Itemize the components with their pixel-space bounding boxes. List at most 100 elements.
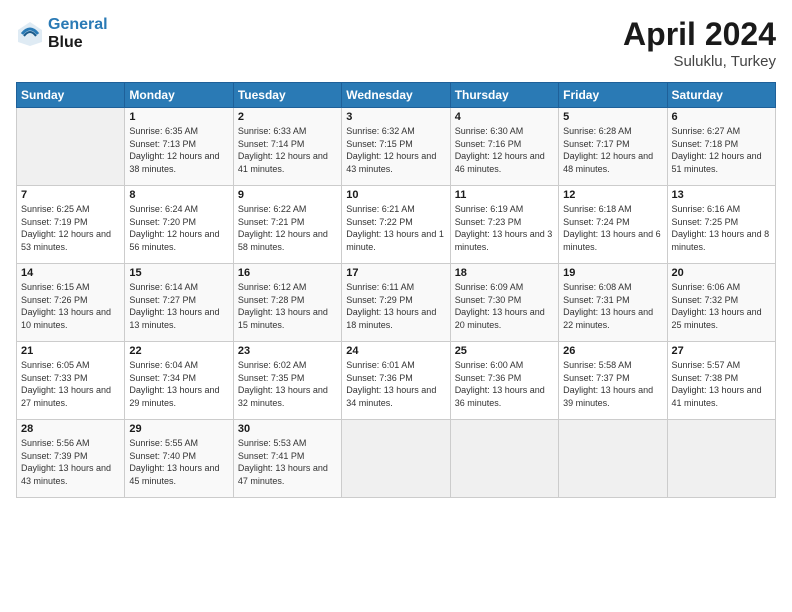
calendar-cell: 28Sunrise: 5:56 AMSunset: 7:39 PMDayligh… [17,420,125,498]
calendar-cell: 6 Sunrise: 6:27 AMSunset: 7:18 PMDaylight… [667,108,775,186]
weekday-header: Monday [125,83,233,108]
day-number: 30 [238,423,337,435]
day-info: Sunrise: 6:01 AMSunset: 7:36 PMDaylight:… [346,359,445,409]
logo: General Blue [16,16,108,51]
calendar-cell: 15 Sunrise: 6:14 AMSunset: 7:27 PMDayligh… [125,264,233,342]
weekday-header: Friday [559,83,667,108]
day-number: 21 [21,345,120,357]
day-number: 10 [346,189,445,201]
day-number: 9 [238,189,337,201]
weekday-header: Sunday [17,83,125,108]
day-number: 29 [129,423,228,435]
weekday-header: Thursday [450,83,558,108]
calendar-cell: 13 Sunrise: 6:16 AMSunset: 7:25 PMDayligh… [667,186,775,264]
day-info: Sunrise: 6:27 AMSunset: 7:18 PMDaylight:… [672,125,771,175]
day-info: Sunrise: 6:05 AMSunset: 7:33 PMDaylight:… [21,359,120,409]
day-number: 12 [563,189,662,201]
day-number: 15 [129,267,228,279]
calendar-cell: 23Sunrise: 6:02 AMSunset: 7:35 PMDayligh… [233,342,341,420]
calendar-cell: 18 Sunrise: 6:09 AMSunset: 7:30 PMDayligh… [450,264,558,342]
calendar-cell: 9 Sunrise: 6:22 AMSunset: 7:21 PMDaylight… [233,186,341,264]
calendar-cell [342,420,450,498]
calendar-cell: 5 Sunrise: 6:28 AMSunset: 7:17 PMDaylight… [559,108,667,186]
logo-icon [16,20,44,48]
day-info: Sunrise: 6:15 AMSunset: 7:26 PMDaylight:… [21,281,120,331]
day-info: Sunrise: 6:28 AMSunset: 7:17 PMDaylight:… [563,125,662,175]
day-number: 13 [672,189,771,201]
day-number: 26 [563,345,662,357]
page-container: General Blue April 2024 Suluklu, Turkey … [0,0,792,508]
day-info: Sunrise: 6:06 AMSunset: 7:32 PMDaylight:… [672,281,771,331]
weekday-header: Tuesday [233,83,341,108]
calendar-week-row: 28Sunrise: 5:56 AMSunset: 7:39 PMDayligh… [17,420,776,498]
day-number: 27 [672,345,771,357]
calendar-cell: 25 Sunrise: 6:00 AMSunset: 7:36 PMDayligh… [450,342,558,420]
day-info: Sunrise: 5:53 AMSunset: 7:41 PMDaylight:… [238,437,337,487]
day-info: Sunrise: 6:14 AMSunset: 7:27 PMDaylight:… [129,281,228,331]
calendar-cell: 20 Sunrise: 6:06 AMSunset: 7:32 PMDayligh… [667,264,775,342]
calendar-week-row: 1 Sunrise: 6:35 AMSunset: 7:13 PMDaylight… [17,108,776,186]
day-number: 16 [238,267,337,279]
calendar-cell: 19 Sunrise: 6:08 AMSunset: 7:31 PMDayligh… [559,264,667,342]
logo-text: General Blue [48,16,108,51]
day-info: Sunrise: 5:56 AMSunset: 7:39 PMDaylight:… [21,437,120,487]
day-info: Sunrise: 6:11 AMSunset: 7:29 PMDaylight:… [346,281,445,331]
day-number: 11 [455,189,554,201]
day-number: 17 [346,267,445,279]
calendar-cell: 29Sunrise: 5:55 AMSunset: 7:40 PMDayligh… [125,420,233,498]
calendar-cell: 30 Sunrise: 5:53 AMSunset: 7:41 PMDayligh… [233,420,341,498]
calendar-cell [667,420,775,498]
calendar-cell: 10 Sunrise: 6:21 AMSunset: 7:22 PMDayligh… [342,186,450,264]
day-info: Sunrise: 6:22 AMSunset: 7:21 PMDaylight:… [238,203,337,253]
day-info: Sunrise: 6:25 AMSunset: 7:19 PMDaylight:… [21,203,120,253]
weekday-header: Wednesday [342,83,450,108]
day-number: 2 [238,111,337,123]
day-info: Sunrise: 6:35 AMSunset: 7:13 PMDaylight:… [129,125,228,175]
day-number: 24 [346,345,445,357]
day-info: Sunrise: 6:04 AMSunset: 7:34 PMDaylight:… [129,359,228,409]
calendar-cell: 22 Sunrise: 6:04 AMSunset: 7:34 PMDayligh… [125,342,233,420]
calendar-week-row: 21 Sunrise: 6:05 AMSunset: 7:33 PMDayligh… [17,342,776,420]
day-number: 3 [346,111,445,123]
title-block: April 2024 Suluklu, Turkey [623,16,776,70]
location: Suluklu, Turkey [623,53,776,70]
calendar-cell: 14Sunrise: 6:15 AMSunset: 7:26 PMDayligh… [17,264,125,342]
calendar-cell: 4Sunrise: 6:30 AMSunset: 7:16 PMDaylight… [450,108,558,186]
month-title: April 2024 [623,16,776,53]
day-info: Sunrise: 6:32 AMSunset: 7:15 PMDaylight:… [346,125,445,175]
day-number: 5 [563,111,662,123]
day-number: 7 [21,189,120,201]
calendar-cell: 1 Sunrise: 6:35 AMSunset: 7:13 PMDaylight… [125,108,233,186]
day-number: 1 [129,111,228,123]
day-info: Sunrise: 5:58 AMSunset: 7:37 PMDaylight:… [563,359,662,409]
day-number: 4 [455,111,554,123]
calendar-cell: 2Sunrise: 6:33 AMSunset: 7:14 PMDaylight… [233,108,341,186]
calendar-cell: 7 Sunrise: 6:25 AMSunset: 7:19 PMDaylight… [17,186,125,264]
day-info: Sunrise: 6:00 AMSunset: 7:36 PMDaylight:… [455,359,554,409]
day-number: 8 [129,189,228,201]
day-info: Sunrise: 6:12 AMSunset: 7:28 PMDaylight:… [238,281,337,331]
day-number: 19 [563,267,662,279]
calendar-cell: 27Sunrise: 5:57 AMSunset: 7:38 PMDayligh… [667,342,775,420]
day-info: Sunrise: 6:18 AMSunset: 7:24 PMDaylight:… [563,203,662,253]
day-info: Sunrise: 6:16 AMSunset: 7:25 PMDaylight:… [672,203,771,253]
day-info: Sunrise: 6:09 AMSunset: 7:30 PMDaylight:… [455,281,554,331]
calendar-cell: 11Sunrise: 6:19 AMSunset: 7:23 PMDayligh… [450,186,558,264]
day-number: 6 [672,111,771,123]
day-number: 18 [455,267,554,279]
calendar-cell: 16 Sunrise: 6:12 AMSunset: 7:28 PMDayligh… [233,264,341,342]
day-info: Sunrise: 6:21 AMSunset: 7:22 PMDaylight:… [346,203,445,253]
day-number: 22 [129,345,228,357]
calendar-cell [559,420,667,498]
weekday-header: Saturday [667,83,775,108]
calendar-cell: 12 Sunrise: 6:18 AMSunset: 7:24 PMDayligh… [559,186,667,264]
day-number: 20 [672,267,771,279]
calendar-week-row: 14Sunrise: 6:15 AMSunset: 7:26 PMDayligh… [17,264,776,342]
calendar-cell: 17 Sunrise: 6:11 AMSunset: 7:29 PMDayligh… [342,264,450,342]
calendar-cell [450,420,558,498]
day-number: 25 [455,345,554,357]
header-row: SundayMondayTuesdayWednesdayThursdayFrid… [17,83,776,108]
calendar-cell: 3 Sunrise: 6:32 AMSunset: 7:15 PMDaylight… [342,108,450,186]
day-info: Sunrise: 6:08 AMSunset: 7:31 PMDaylight:… [563,281,662,331]
calendar-cell [17,108,125,186]
